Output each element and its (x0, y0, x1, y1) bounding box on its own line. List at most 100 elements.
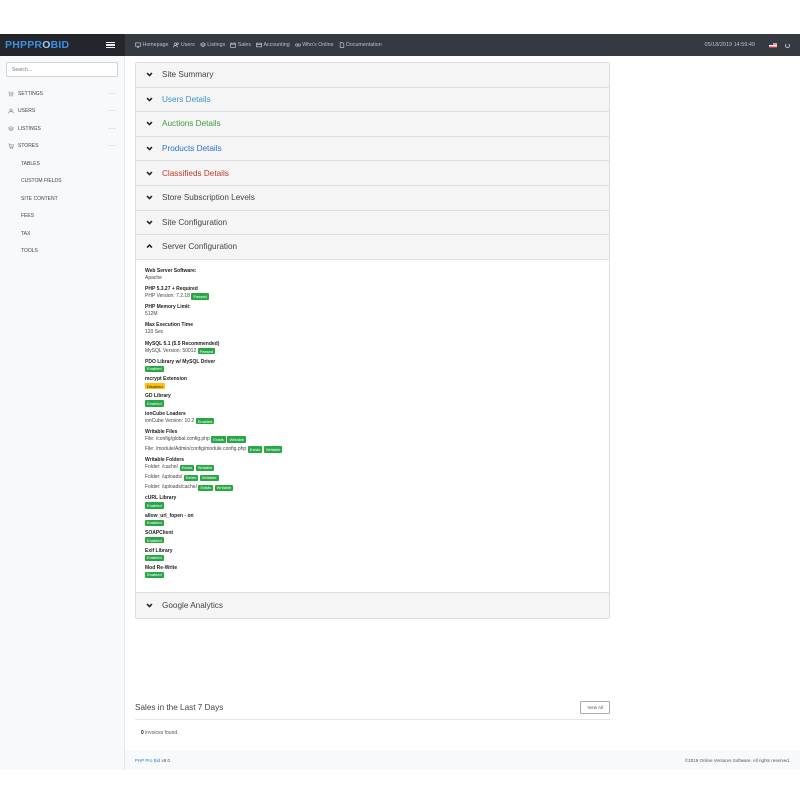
chevron-down-icon (146, 146, 153, 151)
req-writable-files: Writable Files File: /config/global.conf… (145, 429, 283, 453)
req-mod-rewrite: Mod Re-Write Enabled (145, 564, 178, 579)
accordion-site-summary[interactable]: Site Summary (136, 63, 609, 88)
more-icon[interactable]: ··· (109, 91, 117, 97)
status-badge: Enabled (145, 400, 164, 407)
layers-icon (199, 42, 206, 48)
accordion-site-configuration[interactable]: Site Configuration (136, 210, 609, 236)
link-icon (294, 43, 301, 47)
status-badge: Writable (227, 436, 247, 443)
nav-users[interactable]: Users (173, 42, 195, 48)
status-badge: Enabled (145, 537, 164, 544)
sidebar-item-settings[interactable]: SETTINGS ··· (0, 85, 124, 103)
status-badge: Writable (214, 484, 234, 491)
sales-title: Sales in the Last 7 Days (135, 702, 224, 712)
sidebar-item-tax[interactable]: TAX (0, 225, 124, 243)
chevron-down-icon (146, 603, 153, 608)
sidebar-item-fees[interactable]: FEES (0, 208, 124, 226)
top-nav: Homepage Users Listings Sales Accounting… (125, 42, 387, 48)
dashboard-accordion: Site Summary Users Details Auctions Deta… (135, 62, 610, 619)
sidebar-item-users[interactable]: USERS ··· (0, 103, 124, 121)
nav-homepage[interactable]: Homepage (135, 42, 168, 48)
status-badge: Passed (191, 293, 209, 300)
monitor-icon (135, 42, 141, 48)
site-logo[interactable]: PHPPROBID (5, 39, 69, 51)
sidebar-item-stores[interactable]: STORES ··· (0, 138, 124, 156)
nav-accounting[interactable]: Accounting (255, 42, 290, 48)
req-memory: PHP Memory Limit: 512M (145, 304, 191, 318)
sales-section-header: Sales in the Last 7 Days View All (135, 698, 610, 716)
more-icon[interactable]: ··· (109, 126, 117, 132)
req-mysql: MySQL 5.1 (5.5 Recommended) MySQL Versio… (145, 340, 220, 355)
sidebar: SETTINGS ··· USERS ··· LISTINGS ··· STOR… (0, 56, 125, 770)
sliders-icon (8, 91, 14, 97)
req-curl: cURL Library Enabled (145, 495, 177, 509)
nav-listings[interactable]: Listings (199, 42, 225, 48)
menu-toggle-icon[interactable] (106, 41, 115, 49)
nav-sales[interactable]: Sales (230, 42, 251, 48)
chevron-down-icon (146, 220, 153, 225)
req-pdo: PDO Library w/ MySQL Driver Enabled (145, 358, 216, 372)
sidebar-item-custom-fields[interactable]: CUSTOM FIELDS (0, 173, 124, 191)
nav-documentation[interactable]: Documentation (339, 42, 382, 48)
top-right: 05/18/2019 14:59:49 (705, 42, 800, 48)
req-php: PHP 5.3.27 + Required PHP Version: 7.2.1… (145, 285, 209, 300)
sidebar-item-site-content[interactable]: SITE CONTENT (0, 190, 124, 208)
req-ioncube: ionCube Loaders ionCube Version: 10.2 Ena… (145, 410, 215, 425)
status-badge: Exists (179, 464, 195, 471)
status-badge: Exists (198, 484, 214, 491)
status-badge: Enabled (145, 554, 164, 561)
accordion-classifieds-details[interactable]: Classifieds Details (136, 161, 609, 186)
req-exif: Exif Library Enabled (145, 547, 173, 561)
view-all-button[interactable]: View All (580, 700, 610, 714)
more-icon[interactable]: ··· (109, 143, 117, 149)
more-icon[interactable]: ··· (109, 108, 117, 114)
brand-area: PHPPROBID (0, 34, 125, 56)
req-mcrypt: mcrypt Extension Disabled (145, 376, 187, 390)
chevron-down-icon (146, 171, 153, 176)
top-navbar: PHPPROBID Homepage Users Listings Sales … (0, 34, 800, 56)
power-icon[interactable] (785, 42, 790, 48)
file-icon (339, 42, 344, 48)
credit-card-icon (255, 42, 262, 48)
chevron-down-icon (146, 97, 153, 102)
server-configuration-panel: Web Server Software: Apache PHP 5.3.27 +… (136, 259, 609, 594)
status-badge: Enabled (145, 502, 164, 509)
search-input[interactable] (6, 62, 118, 77)
req-writable-folders: Writable Folders Folder: /cache/Exists Wr… (145, 457, 234, 491)
us-flag-icon[interactable] (769, 42, 777, 48)
cart-icon (8, 143, 14, 150)
status-badge: Enabled (145, 519, 164, 526)
req-url-fopen: allow_url_fopen - on Enabled (145, 512, 194, 526)
divider (135, 719, 610, 720)
accordion-server-configuration[interactable]: Server Configuration (136, 235, 609, 260)
status-badge: Enabled (145, 365, 164, 372)
req-web-server: Web Server Software: Apache (145, 267, 197, 281)
status-badge: Enabled (145, 571, 164, 579)
accordion-users-details[interactable]: Users Details (136, 87, 609, 113)
users-icon (8, 108, 14, 114)
status-badge: Passed (197, 347, 216, 355)
status-badge: Exists (247, 446, 263, 453)
nav-whos-online[interactable]: Who's Online (294, 42, 334, 48)
accordion-auctions-details[interactable]: Auctions Details (136, 112, 609, 137)
req-gd: GD Library Enabled (145, 393, 171, 407)
status-badge: Exists (211, 436, 226, 443)
accordion-products-details[interactable]: Products Details (136, 136, 609, 162)
invoices-found-text: 0 invoices found. (141, 730, 179, 736)
calendar-icon (230, 42, 236, 48)
accordion-store-subscription-levels[interactable]: Store Subscription Levels (136, 185, 609, 211)
footer-link[interactable]: PHP Pro Bid (135, 758, 160, 763)
sidebar-item-listings[interactable]: LISTINGS ··· (0, 120, 124, 138)
chevron-down-icon (146, 195, 153, 200)
status-badge: Exists (183, 474, 199, 481)
status-badge: Disabled (145, 383, 165, 390)
main-content: Site Summary Users Details Auctions Deta… (135, 62, 610, 619)
server-datetime: 05/18/2019 14:59:49 (704, 42, 755, 48)
chevron-down-icon (146, 122, 153, 127)
sidebar-item-tables[interactable]: TABLES (0, 155, 124, 173)
sidebar-item-tools[interactable]: TOOLS (0, 243, 124, 261)
req-exec-time: Max Execution Time 120 Sec (145, 322, 193, 336)
layers-icon (8, 126, 14, 131)
accordion-google-analytics[interactable]: Google Analytics (136, 593, 609, 618)
copyright: ©2019 Online Ventures Software. All righ… (684, 757, 790, 763)
